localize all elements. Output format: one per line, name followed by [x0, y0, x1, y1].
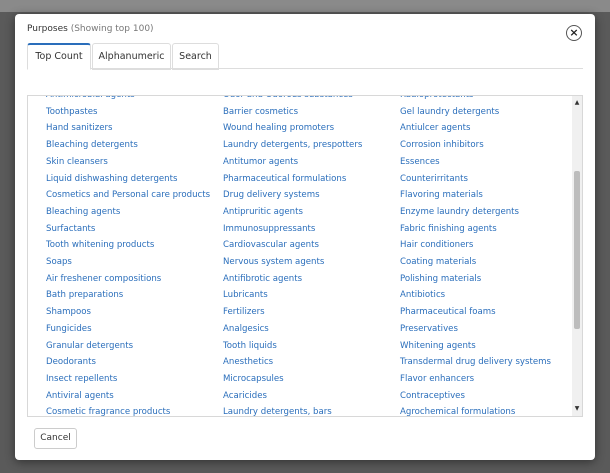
- purpose-link[interactable]: Preservatives: [400, 323, 458, 335]
- purpose-link[interactable]: Bleaching agents: [46, 206, 120, 218]
- purpose-link[interactable]: Radioprotectants: [400, 96, 474, 101]
- scrollbar-thumb[interactable]: [574, 171, 580, 329]
- purpose-link[interactable]: Tooth liquids: [223, 340, 277, 352]
- purposes-list: Antimicrobial agents Toothpastes Hand sani…: [27, 95, 583, 417]
- purpose-link[interactable]: Analgesics: [223, 323, 269, 335]
- purpose-link[interactable]: Immunosuppressants: [223, 223, 315, 235]
- purpose-link[interactable]: Coating materials: [400, 256, 476, 268]
- tab-search[interactable]: Search: [172, 43, 219, 70]
- purpose-link[interactable]: Counterirritants: [400, 173, 468, 185]
- purpose-link[interactable]: Tooth whitening products: [46, 239, 154, 251]
- purpose-link[interactable]: Lubricants: [223, 289, 268, 301]
- purpose-link[interactable]: Enzyme laundry detergents: [400, 206, 519, 218]
- purpose-link[interactable]: Corrosion inhibitors: [400, 139, 484, 151]
- purpose-link[interactable]: Insect repellents: [46, 373, 117, 385]
- purpose-link[interactable]: Nervous system agents: [223, 256, 324, 268]
- purpose-link[interactable]: Essences: [400, 156, 440, 168]
- purpose-link[interactable]: Antiulcer agents: [400, 122, 471, 134]
- purpose-link[interactable]: Bath preparations: [46, 289, 123, 301]
- purpose-link[interactable]: Shampoos: [46, 306, 91, 318]
- purpose-link[interactable]: Cardiovascular agents: [223, 239, 319, 251]
- purpose-link[interactable]: Granular detergents: [46, 340, 133, 352]
- purpose-link[interactable]: Fungicides: [46, 323, 92, 335]
- purpose-link[interactable]: Air freshener compositions: [46, 273, 161, 285]
- modal-title: Purposes (Showing top 100): [27, 24, 154, 34]
- purpose-link[interactable]: Flavor enhancers: [400, 373, 474, 385]
- scroll-down-arrow-icon[interactable]: ▼: [572, 404, 582, 414]
- tab-alphanumeric[interactable]: Alphanumeric: [92, 43, 171, 70]
- purpose-link[interactable]: Liquid dishwashing detergents: [46, 173, 177, 185]
- purpose-link[interactable]: Skin cleansers: [46, 156, 108, 168]
- modal-subtitle: (Showing top 100): [70, 24, 154, 34]
- modal-title-text: Purposes: [27, 24, 68, 34]
- purpose-link[interactable]: Microcapsules: [223, 373, 284, 385]
- purpose-link[interactable]: Acaricides: [223, 390, 267, 402]
- purpose-link[interactable]: Antimicrobial agents: [46, 96, 135, 101]
- purpose-link[interactable]: Hand sanitizers: [46, 122, 113, 134]
- purpose-link[interactable]: Wound healing promoters: [223, 122, 334, 134]
- tab-bar: Top Count Alphanumeric Search: [27, 43, 583, 70]
- purpose-link[interactable]: Agrochemical formulations: [400, 406, 515, 416]
- purpose-link[interactable]: Toothpastes: [46, 106, 97, 118]
- purpose-link[interactable]: Bleaching detergents: [46, 139, 138, 151]
- purpose-link[interactable]: Odor and Odorous substances: [223, 96, 353, 101]
- purpose-link[interactable]: Antifibrotic agents: [223, 273, 302, 285]
- purpose-link[interactable]: Pharmaceutical foams: [400, 306, 496, 318]
- purpose-link[interactable]: Cosmetic fragrance products: [46, 406, 170, 416]
- close-button[interactable]: ×: [566, 25, 582, 41]
- purpose-link[interactable]: Antibiotics: [400, 289, 445, 301]
- close-icon: ×: [569, 26, 579, 39]
- purpose-link[interactable]: Fertilizers: [223, 306, 265, 318]
- purpose-link[interactable]: Whitening agents: [400, 340, 476, 352]
- purpose-link[interactable]: Transdermal drug delivery systems: [400, 356, 551, 368]
- purpose-link[interactable]: Cosmetics and Personal care products: [46, 189, 210, 201]
- purpose-link[interactable]: Flavoring materials: [400, 189, 483, 201]
- purpose-link[interactable]: Deodorants: [46, 356, 96, 368]
- purpose-link[interactable]: Antipruritic agents: [223, 206, 303, 218]
- purpose-link[interactable]: Anesthetics: [223, 356, 273, 368]
- purpose-link[interactable]: Barrier cosmetics: [223, 106, 298, 118]
- list-scrollbar[interactable]: ▲ ▼: [572, 96, 582, 416]
- purpose-link[interactable]: Antitumor agents: [223, 156, 298, 168]
- purpose-link[interactable]: Laundry detergents, prespotters: [223, 139, 362, 151]
- purpose-link[interactable]: Antiviral agents: [46, 390, 114, 402]
- purpose-link[interactable]: Soaps: [46, 256, 72, 268]
- tab-top-count[interactable]: Top Count: [27, 43, 91, 70]
- purpose-link[interactable]: Laundry detergents, bars: [223, 406, 332, 416]
- purpose-link[interactable]: Contraceptives: [400, 390, 465, 402]
- purpose-link[interactable]: Pharmaceutical formulations: [223, 173, 346, 185]
- purpose-link[interactable]: Drug delivery systems: [223, 189, 320, 201]
- purpose-link[interactable]: Hair conditioners: [400, 239, 473, 251]
- purpose-link[interactable]: Polishing materials: [400, 273, 481, 285]
- purpose-link[interactable]: Fabric finishing agents: [400, 223, 497, 235]
- scroll-up-arrow-icon[interactable]: ▲: [572, 98, 582, 108]
- purposes-modal: Purposes (Showing top 100) × Top Count A…: [15, 14, 595, 460]
- purpose-link[interactable]: Gel laundry detergents: [400, 106, 499, 118]
- cancel-button[interactable]: Cancel: [34, 428, 77, 449]
- backdrop-strip-top: [0, 0, 610, 12]
- purpose-link[interactable]: Surfactants: [46, 223, 95, 235]
